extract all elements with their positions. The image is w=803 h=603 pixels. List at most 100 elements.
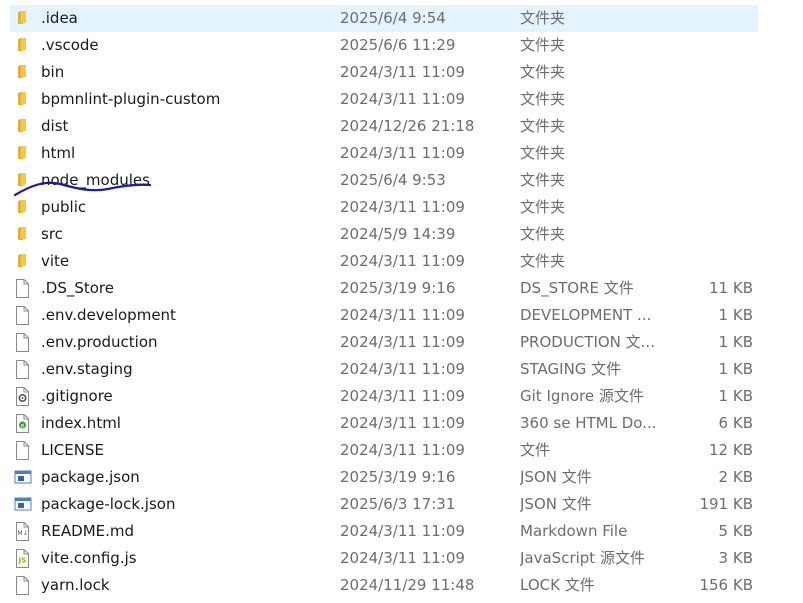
folder-icon <box>14 167 34 194</box>
file-row[interactable]: package-lock.json 2025/6/3 17:31 JSON 文件 19… <box>0 491 803 518</box>
file-date-modified: 2025/6/4 9:54 <box>340 9 446 27</box>
html-file-icon: e <box>14 410 34 437</box>
file-date-modified: 2025/6/3 17:31 <box>340 495 456 513</box>
file-date-modified: 2024/3/11 11:09 <box>340 333 465 351</box>
file-name[interactable]: dist <box>41 113 331 140</box>
file-row[interactable]: bpmnlint-plugin-custom 2024/3/11 11:09 文件夹 <box>0 86 803 113</box>
file-row[interactable]: package.json 2025/3/19 9:16 JSON 文件 2 KB <box>0 464 803 491</box>
file-size: 156 KB <box>699 576 753 594</box>
file-type: JSON 文件 <box>520 495 592 513</box>
file-type: 360 se HTML Do... <box>520 414 657 432</box>
folder-icon <box>14 86 34 113</box>
file-name[interactable]: public <box>41 194 331 221</box>
file-date-modified: 2024/3/11 11:09 <box>340 414 465 432</box>
file-name[interactable]: .idea <box>41 5 331 32</box>
file-date-modified: 2024/3/11 11:09 <box>340 90 465 108</box>
file-name[interactable]: vite <box>41 248 331 275</box>
blank-file-icon <box>14 356 34 383</box>
file-row[interactable]: .DS_Store 2025/3/19 9:16 DS_STORE 文件 11 KB <box>0 275 803 302</box>
file-row[interactable]: bin 2024/3/11 11:09 文件夹 <box>0 59 803 86</box>
file-type: 文件夹 <box>520 144 566 162</box>
file-size: 1 KB <box>718 387 753 405</box>
file-date-modified: 2024/3/11 11:09 <box>340 441 465 459</box>
file-date-modified: 2024/12/26 21:18 <box>340 117 475 135</box>
file-name[interactable]: .gitignore <box>41 383 331 410</box>
file-size: 12 KB <box>709 441 753 459</box>
file-row[interactable]: vite 2024/3/11 11:09 文件夹 <box>0 248 803 275</box>
file-name[interactable]: index.html <box>41 410 331 437</box>
file-name[interactable]: .env.staging <box>41 356 331 383</box>
svg-text:e: e <box>21 422 25 429</box>
file-row[interactable]: node_modules 2025/6/4 9:53 文件夹 <box>0 167 803 194</box>
file-name[interactable]: src <box>41 221 331 248</box>
file-row[interactable]: .gitignore 2024/3/11 11:09 Git Ignore 源文件 1… <box>0 383 803 410</box>
file-type: 文件夹 <box>520 117 566 135</box>
file-row[interactable]: public 2024/3/11 11:09 文件夹 <box>0 194 803 221</box>
file-name[interactable]: .env.development <box>41 302 331 329</box>
file-name[interactable]: node_modules <box>41 167 331 194</box>
folder-icon <box>14 194 34 221</box>
file-name[interactable]: LICENSE <box>41 437 331 464</box>
file-date-modified: 2025/3/19 9:16 <box>340 279 456 297</box>
file-name[interactable]: vite.config.js <box>41 545 331 572</box>
folder-icon <box>14 248 34 275</box>
file-type: 文件夹 <box>520 9 566 27</box>
file-row[interactable]: e index.html 2024/3/11 11:09 360 se HTML Do… <box>0 410 803 437</box>
file-date-modified: 2024/3/11 11:09 <box>340 144 465 162</box>
file-name[interactable]: .DS_Store <box>41 275 331 302</box>
file-size: 3 KB <box>718 549 753 567</box>
folder-icon <box>14 221 34 248</box>
blank-file-icon <box>14 572 34 599</box>
file-type: 文件夹 <box>520 171 566 189</box>
blank-file-icon <box>14 275 34 302</box>
blank-file-icon <box>14 437 34 464</box>
file-name[interactable]: bin <box>41 59 331 86</box>
file-row[interactable]: .vscode 2025/6/6 11:29 文件夹 <box>0 32 803 59</box>
file-type: 文件夹 <box>520 36 566 54</box>
file-date-modified: 2024/3/11 11:09 <box>340 387 465 405</box>
file-row[interactable]: M↓ README.md 2024/3/11 11:09 Markdown File 5… <box>0 518 803 545</box>
file-type: 文件夹 <box>520 225 566 243</box>
file-name[interactable]: README.md <box>41 518 331 545</box>
file-type: STAGING 文件 <box>520 360 622 378</box>
file-date-modified: 2025/3/19 9:16 <box>340 468 456 486</box>
file-type: 文件夹 <box>520 252 566 270</box>
file-type: LOCK 文件 <box>520 576 595 594</box>
file-size: 5 KB <box>718 522 753 540</box>
file-type: Markdown File <box>520 522 628 540</box>
file-row[interactable]: JS vite.config.js 2024/3/11 11:09 JavaScrip… <box>0 545 803 572</box>
json-file-icon <box>14 491 34 518</box>
file-size: 2 KB <box>718 468 753 486</box>
file-date-modified: 2025/6/4 9:53 <box>340 171 446 189</box>
file-row[interactable]: .env.development 2024/3/11 11:09 DEVELOPME… <box>0 302 803 329</box>
file-name[interactable]: yarn.lock <box>41 572 331 599</box>
file-size: 1 KB <box>718 333 753 351</box>
file-row[interactable]: .env.staging 2024/3/11 11:09 STAGING 文件 1 K… <box>0 356 803 383</box>
file-date-modified: 2024/3/11 11:09 <box>340 306 465 324</box>
folder-icon <box>14 140 34 167</box>
file-name[interactable]: .vscode <box>41 32 331 59</box>
file-row[interactable]: .env.production 2024/3/11 11:09 PRODUCTION… <box>0 329 803 356</box>
file-row[interactable]: dist 2024/12/26 21:18 文件夹 <box>0 113 803 140</box>
folder-icon <box>14 59 34 86</box>
file-type: 文件夹 <box>520 90 566 108</box>
blank-file-icon <box>14 329 34 356</box>
file-type: 文件夹 <box>520 198 566 216</box>
file-type: JSON 文件 <box>520 468 592 486</box>
file-row[interactable]: yarn.lock 2024/11/29 11:48 LOCK 文件 156 KB <box>0 572 803 599</box>
file-name[interactable]: bpmnlint-plugin-custom <box>41 86 331 113</box>
file-name[interactable]: package.json <box>41 464 331 491</box>
file-row[interactable]: src 2024/5/9 14:39 文件夹 <box>0 221 803 248</box>
file-type: 文件 <box>520 441 551 459</box>
file-date-modified: 2024/11/29 11:48 <box>340 576 475 594</box>
file-row[interactable]: .idea 2025/6/4 9:54 文件夹 <box>0 5 803 32</box>
file-name[interactable]: package-lock.json <box>41 491 331 518</box>
file-name[interactable]: html <box>41 140 331 167</box>
file-name[interactable]: .env.production <box>41 329 331 356</box>
file-size: 6 KB <box>718 414 753 432</box>
file-size: 191 KB <box>699 495 753 513</box>
file-row[interactable]: html 2024/3/11 11:09 文件夹 <box>0 140 803 167</box>
file-row[interactable]: LICENSE 2024/3/11 11:09 文件 12 KB <box>0 437 803 464</box>
file-type: PRODUCTION 文... <box>520 333 655 351</box>
file-date-modified: 2024/3/11 11:09 <box>340 549 465 567</box>
